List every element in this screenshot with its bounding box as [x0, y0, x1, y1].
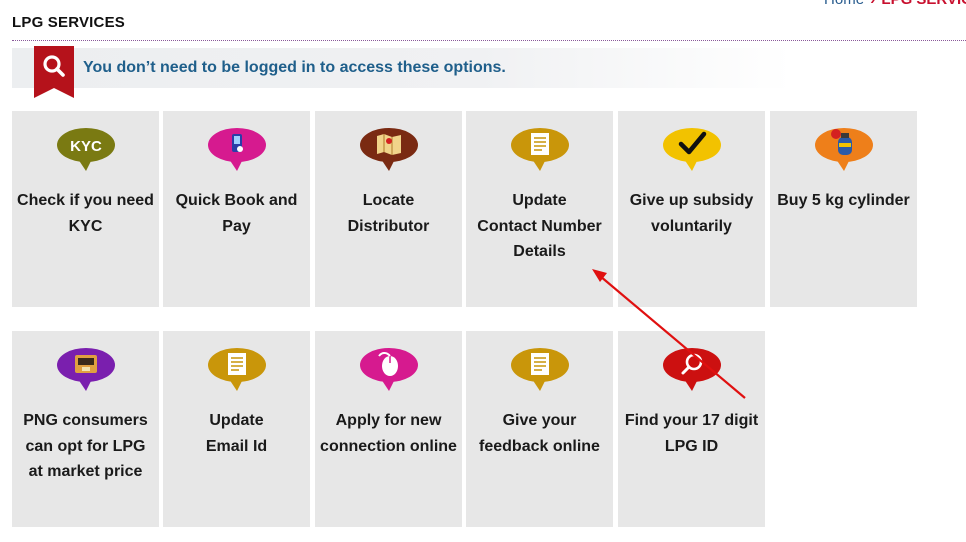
document-icon — [208, 348, 266, 391]
tile-label-line: Apply for new — [335, 412, 442, 429]
tile-label-line: KYC — [68, 217, 103, 235]
mouse-icon — [360, 348, 418, 391]
tile-update-contact-number[interactable]: Update Contact Number Details — [466, 111, 613, 307]
tile-label: Check if you need KYC — [14, 188, 157, 239]
tile-label: Give your feedback online — [468, 408, 611, 459]
tile-label: Quick Book and Pay — [165, 188, 308, 239]
tile-label: Update Contact Number Details — [468, 188, 611, 265]
tile-label-line: can opt for LPG — [25, 437, 146, 455]
search-id-icon — [663, 348, 721, 391]
tile-label-line: connection online — [320, 437, 457, 455]
tile-label-line: Email Id — [205, 437, 268, 455]
tile-label-line: feedback online — [479, 437, 600, 455]
breadcrumb-home-link[interactable]: Home — [824, 0, 864, 8]
tile-label-line: Details — [513, 243, 566, 260]
tile-label: PNG consumers can opt for LPG at market … — [14, 408, 157, 485]
tile-label-line: Buy 5 kg cylinder — [777, 192, 910, 209]
book-pay-icon — [208, 128, 266, 171]
tile-check-kyc[interactable]: KYC Check if you need KYC — [12, 111, 159, 307]
cylinder-icon — [815, 128, 873, 171]
png-icon — [57, 348, 115, 391]
checkmark-icon — [663, 128, 721, 171]
tile-label-line: Give up subsidy — [629, 192, 754, 209]
tile-label: Find your 17 digit LPG ID — [620, 408, 763, 459]
search-icon — [34, 46, 74, 98]
tile-label-line: Give your — [502, 412, 577, 429]
document-icon — [511, 128, 569, 171]
tile-find-lpg-id[interactable]: Find your 17 digit LPG ID — [618, 331, 765, 527]
tile-label-line: Locate — [362, 192, 415, 209]
title-divider — [12, 40, 966, 41]
login-notice-bar: You don’t need to be logged in to access… — [12, 46, 792, 98]
tile-quick-book-pay[interactable]: Quick Book and Pay — [163, 111, 310, 307]
tile-label: Buy 5 kg cylinder — [772, 188, 915, 214]
tile-buy-5kg-cylinder[interactable]: Buy 5 kg cylinder — [770, 111, 917, 307]
page-title: LPG SERVICES — [12, 14, 125, 31]
tile-locate-distributor[interactable]: Locate Distributor — [315, 111, 462, 307]
tile-label-line: Find your 17 digit — [624, 412, 759, 429]
tile-label: Locate Distributor — [317, 188, 460, 239]
tile-label-line: LPG ID — [664, 437, 719, 455]
tile-label: Give up subsidy voluntarily — [620, 188, 763, 239]
tile-label-line: PNG consumers — [23, 412, 148, 429]
tile-label: Apply for new connection online — [317, 408, 460, 459]
tile-label-line: Distributor — [347, 217, 430, 235]
tile-label-line: Check if you need — [17, 192, 154, 209]
tile-label-line: at market price — [28, 463, 143, 480]
tile-label-line: Pay — [222, 217, 251, 235]
breadcrumb: Home › LPG SERVIC — [824, 0, 966, 8]
tile-png-consumers[interactable]: PNG consumers can opt for LPG at market … — [12, 331, 159, 527]
tile-label-line: voluntarily — [651, 217, 732, 235]
login-notice-text: You don’t need to be logged in to access… — [83, 59, 506, 76]
breadcrumb-current: LPG SERVIC — [881, 0, 966, 8]
kyc-icon-text: KYC — [70, 138, 102, 155]
kyc-icon: KYC — [57, 128, 115, 171]
tile-label-line: Contact Number — [477, 217, 602, 235]
document-icon — [511, 348, 569, 391]
tile-label-line: Update — [512, 192, 567, 209]
tile-label-line: Quick Book and — [175, 192, 298, 209]
tile-update-email[interactable]: Update Email Id — [163, 331, 310, 527]
tile-apply-new-connection[interactable]: Apply for new connection online — [315, 331, 462, 527]
breadcrumb-separator: › — [870, 0, 875, 8]
tile-label-line: Update — [209, 412, 264, 429]
tile-give-up-subsidy[interactable]: Give up subsidy voluntarily — [618, 111, 765, 307]
map-icon — [360, 128, 418, 171]
tile-label: Update Email Id — [165, 408, 308, 459]
tile-give-feedback[interactable]: Give your feedback online — [466, 331, 613, 527]
